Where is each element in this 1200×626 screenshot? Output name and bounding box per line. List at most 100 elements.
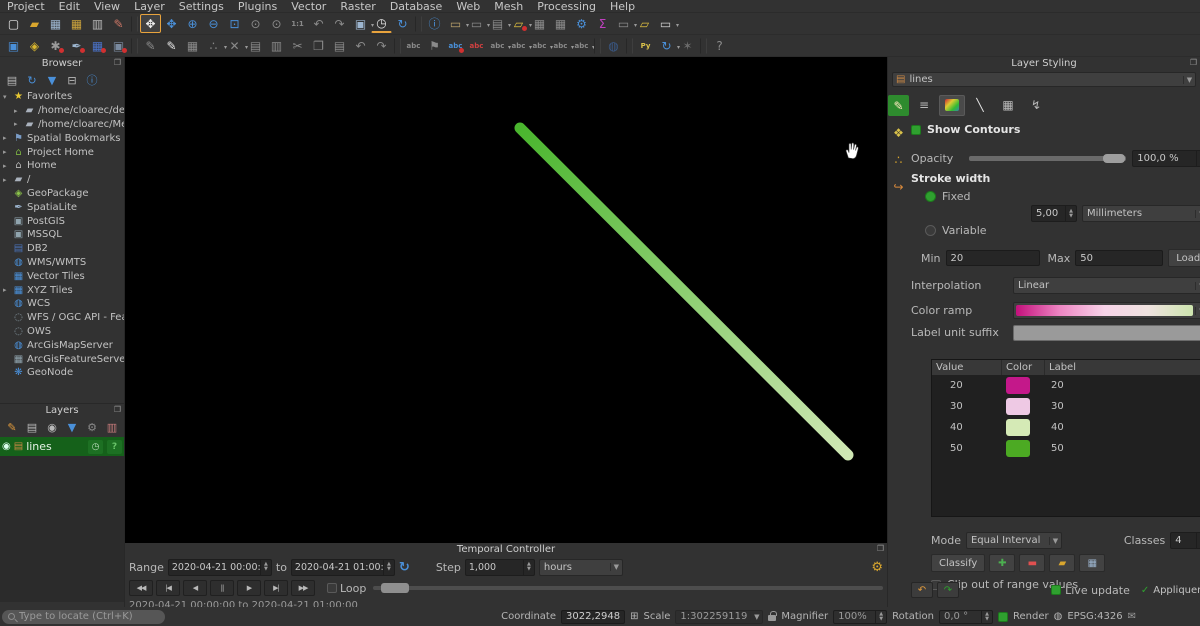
menu-item[interactable]: Web — [449, 1, 487, 12]
data-source-manager-icon[interactable]: ▣ ▾ — [3, 36, 24, 55]
browser-item-mssql[interactable]: ▣ MSSQL — [0, 228, 124, 242]
zoom-out-icon[interactable]: ⊖ ▾ — [203, 14, 224, 33]
report-bug-icon[interactable]: ✶ ▾ — [677, 36, 698, 55]
loop-checkbox[interactable] — [327, 583, 337, 593]
map-tips-icon[interactable]: ▱ ▾ — [634, 14, 655, 33]
rotate-label-icon[interactable]: abc ▾ — [550, 36, 571, 55]
layer-visibility-icon[interactable]: ◉ — [2, 441, 11, 452]
highlight-labels-icon[interactable]: abc ▾ — [508, 36, 529, 55]
class-value[interactable]: 50 — [932, 443, 1002, 454]
style-manager-icon[interactable]: ✎ ▾ — [108, 14, 129, 33]
menu-item[interactable]: Mesh — [487, 1, 530, 12]
range-end-input[interactable]: 2020-04-21 01:00:00 ▲▼ — [291, 559, 395, 576]
add-wms-icon[interactable]: ▣ ▾ — [108, 36, 129, 55]
cut-features-icon[interactable]: ✂ ▾ — [287, 36, 308, 55]
move-label-icon[interactable]: abc ▾ — [529, 36, 550, 55]
temporal-controller-icon[interactable]: ◷ ▾ — [371, 14, 392, 33]
browser-float-icon[interactable]: ❐ — [114, 58, 121, 67]
new-print-layout-icon[interactable]: ▥ ▾ — [87, 14, 108, 33]
single-symbol-tab-icon[interactable]: ≡ — [911, 95, 937, 116]
temporal-slider-handle[interactable] — [381, 583, 409, 593]
layer-labeling-icon[interactable]: abc ▾ — [403, 36, 424, 55]
styling-float-icon[interactable]: ❐ — [1190, 58, 1197, 67]
spinner-arrows[interactable]: ▲▼ — [383, 560, 394, 575]
skip-end-button[interactable]: ▶| — [264, 580, 288, 596]
class-label[interactable]: 40 — [1045, 422, 1200, 433]
python-console-icon[interactable]: Py ▾ — [635, 36, 656, 55]
browser-add-layer-icon[interactable]: ▤ — [4, 73, 20, 88]
pin-labels-icon[interactable]: abc ▾ — [487, 36, 508, 55]
fast-rewind-button[interactable]: ◀◀ — [129, 580, 153, 596]
browser-item-vector-tiles[interactable]: ▦ Vector Tiles — [0, 269, 124, 283]
style-undo-button[interactable]: ↶ — [911, 582, 933, 598]
skip-start-button[interactable]: |◀ — [156, 580, 180, 596]
classes-spinbox[interactable]: 4 ▲▼ — [1170, 532, 1200, 549]
add-class-icon[interactable]: ✚ — [989, 554, 1015, 572]
label-unit-suffix-input[interactable] — [1013, 325, 1200, 341]
menu-item[interactable]: Help — [603, 1, 642, 12]
browser-item-wcs[interactable]: ◍ WCS — [0, 297, 124, 311]
variable-label[interactable]: Variable — [942, 224, 987, 237]
layer-notes-indicator-icon[interactable]: ? — [107, 440, 122, 454]
color-column-header[interactable]: Color — [1002, 360, 1045, 375]
labeling-options-icon[interactable]: abc ▾ — [445, 36, 466, 55]
styling-layer-combo[interactable]: ▤ lines ▼ — [892, 72, 1196, 87]
class-value[interactable]: 20 — [932, 380, 1002, 391]
interpolation-combo[interactable]: Linear ▼ — [1013, 277, 1200, 294]
measure-icon[interactable]: ▭ ▾ — [613, 14, 634, 33]
table-row[interactable]: 20 20 — [932, 375, 1200, 396]
pause-button[interactable]: || — [210, 580, 234, 596]
menu-item[interactable]: Layer — [127, 1, 172, 12]
spinner-arrows[interactable]: ▲▼ — [523, 560, 534, 575]
label-column-header[interactable]: Label — [1045, 360, 1200, 375]
separator[interactable]: ▾ — [394, 38, 401, 54]
map-themes-icon[interactable]: ▤ — [24, 420, 40, 435]
separator[interactable]: ▾ — [626, 38, 633, 54]
browser-item-geopackage[interactable]: ◈ GeoPackage — [0, 187, 124, 201]
class-color-swatch[interactable] — [1006, 398, 1030, 415]
load-button[interactable]: Load — [1168, 249, 1200, 267]
class-value[interactable]: 40 — [932, 422, 1002, 433]
messages-icon[interactable]: ✉ — [1128, 611, 1136, 622]
browser-refresh-icon[interactable]: ↻ — [24, 73, 40, 88]
stop-labeling-icon[interactable]: abc ▾ — [466, 36, 487, 55]
live-update-checkbox[interactable] — [1051, 585, 1061, 595]
browser-item-home-me[interactable]: ▸ ▰ /home/cloarec/Me… — [0, 118, 124, 132]
menu-item[interactable]: Raster — [333, 1, 382, 12]
classify-button[interactable]: Classify — [931, 554, 985, 572]
separator[interactable]: ▾ — [700, 38, 707, 54]
save-edits-icon[interactable]: ▦ ▾ — [182, 36, 203, 55]
zoom-to-layer-icon[interactable]: ⊙ ▾ — [266, 14, 287, 33]
menu-item[interactable]: Settings — [172, 1, 231, 12]
set-range-from-project-icon[interactable]: ↻ — [399, 560, 410, 575]
min-input[interactable]: 20 — [946, 250, 1040, 266]
browser-item-project-home[interactable]: ▸ ⌂ Project Home — [0, 145, 124, 159]
render-checkbox[interactable] — [998, 612, 1008, 622]
menu-item[interactable]: Plugins — [231, 1, 284, 12]
fixed-radio[interactable] — [925, 191, 936, 202]
graduated-ramp-tab-icon[interactable] — [939, 95, 965, 116]
spinner-arrows[interactable]: ▲▼ — [260, 560, 271, 575]
browser-collapse-icon[interactable]: ⊟ — [64, 73, 80, 88]
refresh-map-icon[interactable]: ↻ ▾ — [392, 14, 413, 33]
crs-value[interactable]: EPSG:4326 — [1067, 611, 1122, 622]
copy-features-icon[interactable]: ❐ ▾ — [308, 36, 329, 55]
digitize-icon[interactable]: ∴ ▾ — [203, 36, 224, 55]
fixed-label[interactable]: Fixed — [942, 190, 971, 203]
statistics-icon[interactable]: Σ ▾ — [592, 14, 613, 33]
stroke-width-unit-combo[interactable]: Millimeters ▼ — [1082, 205, 1200, 222]
browser-item-home-dev[interactable]: ▸ ▰ /home/cloarec/dev — [0, 104, 124, 118]
redo-icon[interactable]: ↷ ▾ — [371, 36, 392, 55]
add-postgis-icon[interactable]: ▦ ▾ — [87, 36, 108, 55]
filter-expression-icon[interactable]: ⚙ — [84, 420, 100, 435]
max-input[interactable]: 50 — [1075, 250, 1163, 266]
mode-combo[interactable]: Equal Interval ▼ — [966, 532, 1062, 549]
browser-item-favorites[interactable]: ▾ ★ Favorites — [0, 90, 124, 104]
select-features-icon[interactable]: ▭ ▾ — [445, 14, 466, 33]
identify-features-icon[interactable]: ⓘ ▾ — [424, 14, 445, 33]
browser-properties-icon[interactable]: ⓘ — [84, 73, 100, 88]
vertex-tool-icon[interactable]: ✕ ▾ — [224, 36, 245, 55]
class-label[interactable]: 50 — [1045, 443, 1200, 454]
temporal-float-icon[interactable]: ❐ — [877, 544, 884, 553]
show-contours-checkbox[interactable] — [911, 125, 921, 135]
